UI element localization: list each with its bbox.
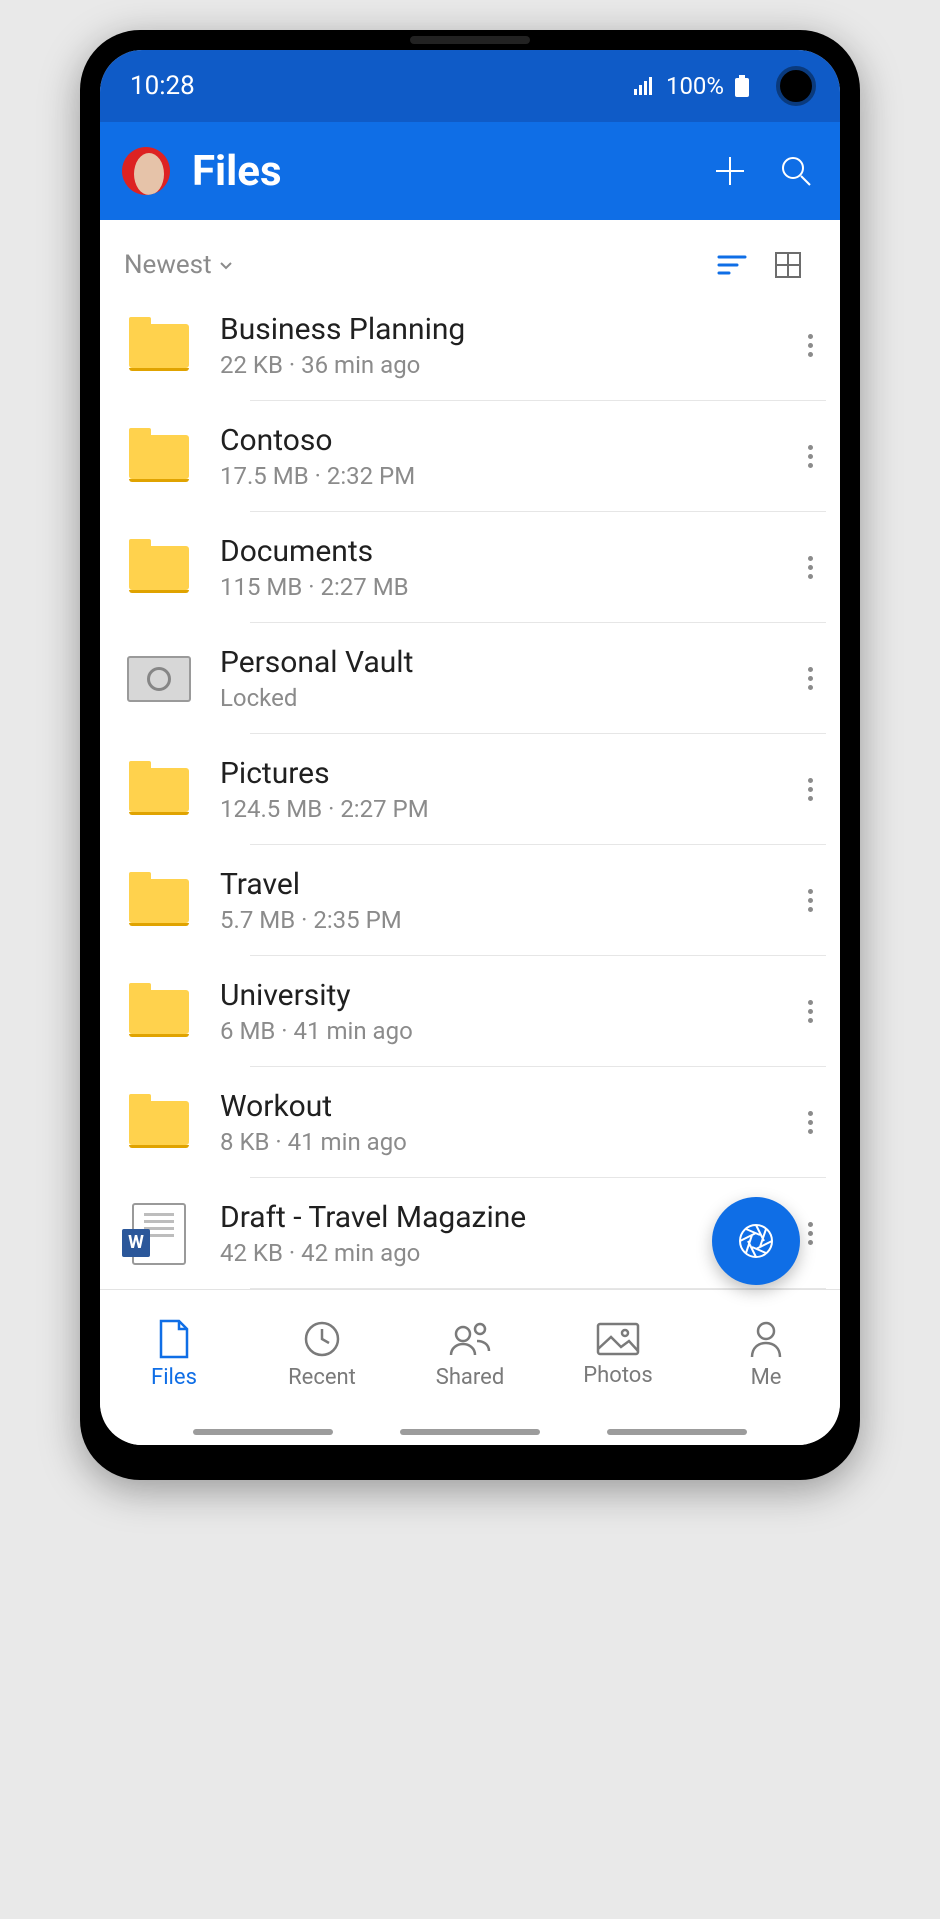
folder-icon (124, 987, 194, 1037)
nav-photos[interactable]: Photos (544, 1290, 692, 1419)
search-icon (778, 153, 814, 189)
status-right: 100% (634, 72, 750, 100)
sort-label-text: Newest (124, 250, 212, 280)
item-subtitle: Locked (220, 684, 790, 712)
more-button[interactable] (790, 334, 830, 357)
more-button[interactable] (790, 1111, 830, 1134)
item-subtitle: 124.5 MB · 2:27 PM (220, 795, 790, 823)
nav-label: Me (751, 1365, 782, 1390)
item-meta: Personal Vault Locked (220, 645, 790, 712)
nav-label: Photos (583, 1363, 652, 1388)
item-meta: Workout 8 KB · 41 min ago (220, 1089, 790, 1156)
list-item[interactable]: Business Planning 22 KB · 36 min ago (100, 290, 840, 401)
item-name: University (220, 978, 790, 1013)
item-meta: Pictures 124.5 MB · 2:27 PM (220, 756, 790, 823)
folder-icon (124, 432, 194, 482)
page-title: Files (192, 147, 686, 196)
scan-fab[interactable] (712, 1197, 800, 1285)
add-button[interactable] (708, 153, 752, 189)
avatar[interactable] (122, 147, 170, 195)
list-item[interactable]: Contoso 17.5 MB · 2:32 PM (100, 401, 840, 512)
sort-row: Newest (100, 220, 840, 290)
more-button[interactable] (790, 667, 830, 690)
item-name: Contoso (220, 423, 790, 458)
nav-me[interactable]: Me (692, 1290, 840, 1419)
status-bar: 10:28 100% (100, 50, 840, 122)
list-item[interactable]: Workout 8 KB · 41 min ago (100, 1067, 840, 1178)
item-name: Draft - Travel Magazine (220, 1200, 790, 1235)
filter-icon (717, 254, 747, 276)
more-button[interactable] (790, 556, 830, 579)
file-icon (157, 1319, 191, 1359)
folder-icon (124, 1098, 194, 1148)
item-name: Business Planning (220, 312, 790, 347)
folder-icon (124, 876, 194, 926)
vault-icon (124, 654, 194, 704)
item-name: Pictures (220, 756, 790, 791)
item-subtitle: 6 MB · 41 min ago (220, 1017, 790, 1045)
status-battery-text: 100% (666, 72, 724, 100)
file-list[interactable]: Business Planning 22 KB · 36 min ago Conto… (100, 290, 840, 1289)
gesture-bar (100, 1419, 840, 1445)
camera-shutter-icon (734, 1219, 778, 1263)
app-bar: Files (100, 122, 840, 220)
more-button[interactable] (790, 778, 830, 801)
nav-label: Files (151, 1365, 197, 1390)
list-item[interactable]: Documents 115 MB · 2:27 MB (100, 512, 840, 623)
sort-dropdown[interactable]: Newest (124, 250, 234, 280)
item-meta: University 6 MB · 41 min ago (220, 978, 790, 1045)
phone-frame: 10:28 100% Files Newest (80, 30, 860, 1480)
nav-label: Shared (436, 1365, 504, 1390)
person-icon (748, 1319, 784, 1359)
more-button[interactable] (790, 889, 830, 912)
item-meta: Draft - Travel Magazine 42 KB · 42 min ag… (220, 1200, 790, 1267)
item-subtitle: 22 KB · 36 min ago (220, 351, 790, 379)
nav-files[interactable]: Files (100, 1290, 248, 1419)
item-name: Documents (220, 534, 790, 569)
view-toggle-button[interactable] (760, 251, 816, 279)
more-button[interactable] (790, 445, 830, 468)
item-meta: Contoso 17.5 MB · 2:32 PM (220, 423, 790, 490)
more-button[interactable] (790, 1000, 830, 1023)
item-name: Workout (220, 1089, 790, 1124)
camera-hole (776, 66, 816, 106)
clock-icon (302, 1319, 342, 1359)
grid-icon (774, 251, 802, 279)
people-icon (447, 1319, 493, 1359)
folder-icon (124, 765, 194, 815)
item-meta: Business Planning 22 KB · 36 min ago (220, 312, 790, 379)
folder-icon (124, 321, 194, 371)
item-subtitle: 17.5 MB · 2:32 PM (220, 462, 790, 490)
list-item[interactable]: University 6 MB · 41 min ago (100, 956, 840, 1067)
list-item[interactable]: Pictures 124.5 MB · 2:27 PM (100, 734, 840, 845)
item-meta: Documents 115 MB · 2:27 MB (220, 534, 790, 601)
screen: 10:28 100% Files Newest (100, 50, 840, 1445)
item-subtitle: 8 KB · 41 min ago (220, 1128, 790, 1156)
search-button[interactable] (774, 153, 818, 189)
battery-icon (734, 75, 750, 97)
signal-icon (634, 77, 656, 95)
item-name: Travel (220, 867, 790, 902)
bottom-nav: Files Recent Shared Photos Me (100, 1289, 840, 1419)
chevron-down-icon (218, 257, 234, 273)
nav-label: Recent (288, 1365, 356, 1390)
plus-icon (712, 153, 748, 189)
list-item[interactable]: Travel 5.7 MB · 2:35 PM (100, 845, 840, 956)
filter-button[interactable] (704, 254, 760, 276)
word-icon: W (124, 1209, 194, 1259)
item-subtitle: 115 MB · 2:27 MB (220, 573, 790, 601)
item-subtitle: 5.7 MB · 2:35 PM (220, 906, 790, 934)
item-name: Personal Vault (220, 645, 790, 680)
folder-icon (124, 543, 194, 593)
nav-recent[interactable]: Recent (248, 1290, 396, 1419)
nav-shared[interactable]: Shared (396, 1290, 544, 1419)
list-item[interactable]: Personal Vault Locked (100, 623, 840, 734)
image-icon (595, 1321, 641, 1357)
item-subtitle: 42 KB · 42 min ago (220, 1239, 790, 1267)
status-time: 10:28 (130, 71, 195, 101)
item-meta: Travel 5.7 MB · 2:35 PM (220, 867, 790, 934)
